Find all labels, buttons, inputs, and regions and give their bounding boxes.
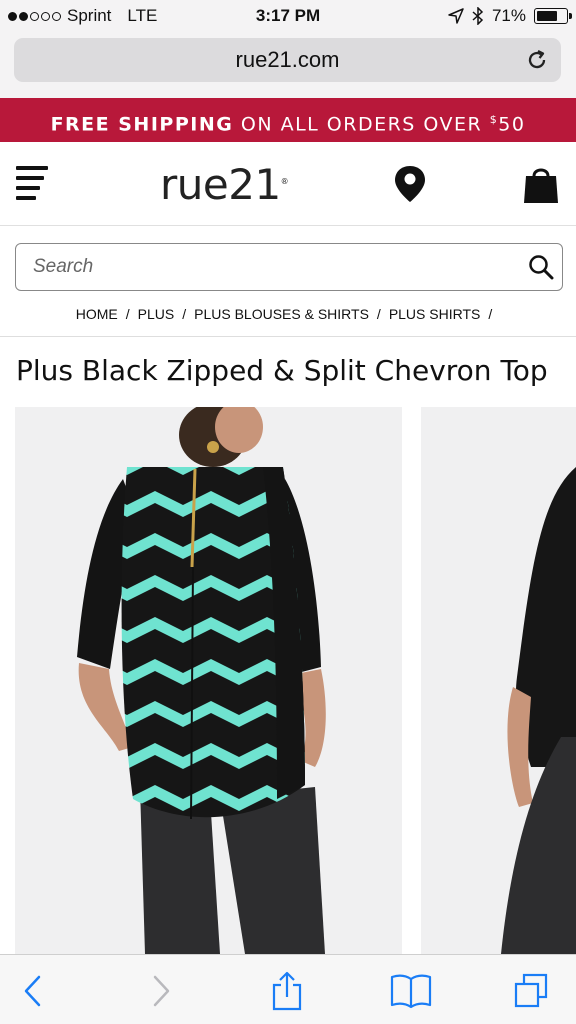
promo-bold: FREE SHIPPING bbox=[50, 113, 234, 136]
logo-registered: ® bbox=[280, 177, 289, 186]
product-photo bbox=[77, 407, 326, 954]
address-bar[interactable]: rue21.com bbox=[14, 38, 561, 82]
breadcrumb-separator: / bbox=[125, 306, 130, 322]
share-icon[interactable] bbox=[268, 971, 306, 1011]
product-photo-secondary bbox=[501, 467, 576, 954]
status-right: 71% bbox=[448, 6, 572, 26]
breadcrumb-home[interactable]: HOME bbox=[76, 306, 118, 322]
browser-chrome: Sprint LTE 3:17 PM 71% rue21.com bbox=[0, 0, 576, 98]
battery-fill bbox=[537, 11, 557, 21]
product-title: Plus Black Zipped & Split Chevron Top bbox=[16, 354, 548, 387]
free-shipping-banner[interactable]: FREE SHIPPING ON ALL ORDERS OVER $50 bbox=[0, 98, 576, 142]
divider bbox=[0, 336, 576, 337]
menu-icon[interactable] bbox=[16, 166, 48, 202]
product-image-secondary[interactable] bbox=[421, 407, 576, 954]
battery-icon bbox=[534, 8, 572, 24]
tabs-icon[interactable] bbox=[512, 971, 550, 1011]
url-text[interactable]: rue21.com bbox=[14, 47, 561, 73]
forward-icon[interactable] bbox=[142, 971, 180, 1011]
bookmarks-icon[interactable] bbox=[390, 971, 432, 1011]
search-icon[interactable] bbox=[528, 254, 554, 280]
map-pin-icon[interactable] bbox=[393, 164, 427, 204]
promo-amount: 50 bbox=[498, 113, 526, 136]
breadcrumb-plus[interactable]: PLUS bbox=[138, 306, 175, 322]
site-header: rue21® bbox=[0, 142, 576, 226]
promo-text: ON ALL ORDERS OVER bbox=[233, 113, 490, 136]
battery-percent: 71% bbox=[491, 6, 526, 25]
shopping-bag-icon[interactable] bbox=[522, 164, 560, 204]
promo-currency: $ bbox=[489, 113, 499, 126]
breadcrumb-separator: / bbox=[376, 306, 381, 322]
breadcrumb-plus-shirts[interactable]: PLUS SHIRTS bbox=[389, 306, 481, 322]
status-bar: Sprint LTE 3:17 PM 71% bbox=[0, 0, 576, 32]
breadcrumb-separator: / bbox=[182, 306, 187, 322]
breadcrumb: HOME / PLUS / PLUS BLOUSES & SHIRTS / PLUS SHI… bbox=[0, 306, 576, 326]
search-input[interactable]: Search bbox=[15, 243, 563, 291]
breadcrumb-plus-blouses-shirts[interactable]: PLUS BLOUSES & SHIRTS bbox=[194, 306, 369, 322]
bluetooth-icon bbox=[472, 7, 484, 25]
location-arrow-icon bbox=[448, 8, 464, 24]
site-logo[interactable]: rue21® bbox=[160, 160, 289, 209]
browser-toolbar bbox=[0, 954, 576, 1024]
reload-icon[interactable] bbox=[525, 48, 549, 72]
breadcrumb-separator: / bbox=[488, 306, 493, 322]
logo-text: rue21 bbox=[160, 160, 281, 209]
search-placeholder: Search bbox=[33, 256, 94, 277]
product-image-main[interactable] bbox=[15, 407, 402, 954]
back-icon[interactable] bbox=[14, 971, 52, 1011]
